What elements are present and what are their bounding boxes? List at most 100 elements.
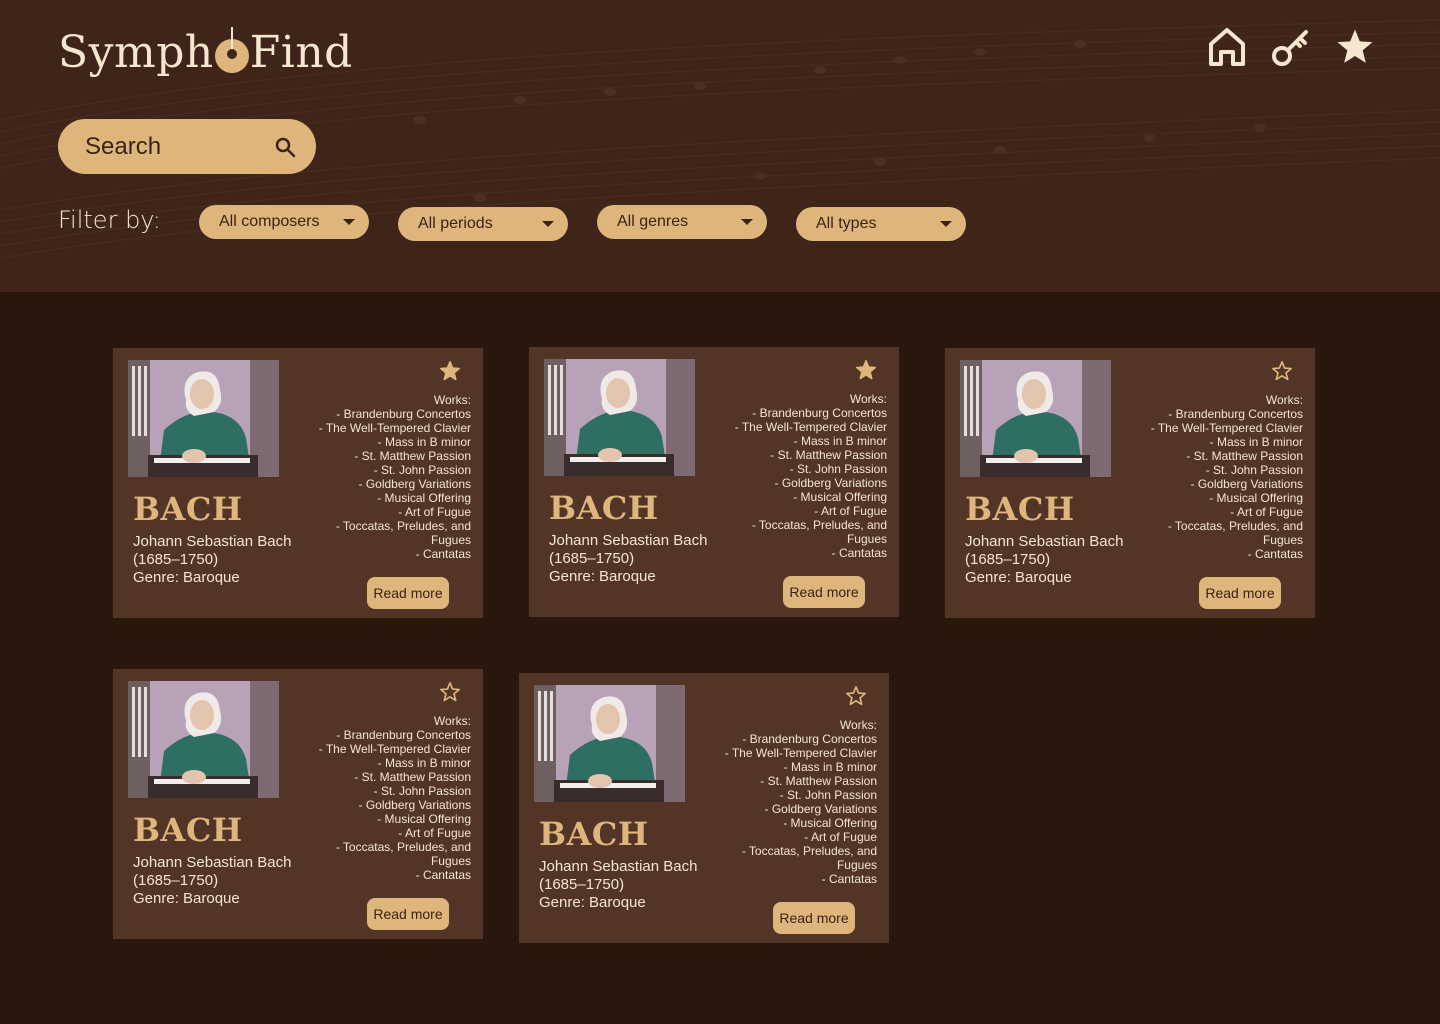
work-item: - Toccatas, Preludes, and xyxy=(751,518,887,532)
work-item: - St. John Passion xyxy=(373,784,471,798)
work-item: - Art of Fugue xyxy=(398,505,471,519)
dropdown-value: All periods xyxy=(418,215,493,232)
star-icon[interactable] xyxy=(1334,24,1376,70)
genre-filter-dropdown[interactable]: All genres xyxy=(597,205,767,239)
work-item: - The Well-Tempered Clavier xyxy=(318,742,471,756)
composer-name: BACH xyxy=(965,490,1075,528)
read-more-button[interactable]: Read more xyxy=(367,898,449,930)
work-item: - Goldberg Variations xyxy=(764,802,878,816)
works-title: Works: xyxy=(1265,393,1303,407)
work-item: - St. Matthew Passion xyxy=(354,449,471,463)
work-item: - Toccatas, Preludes, and xyxy=(741,844,877,858)
work-item: - Toccatas, Preludes, and xyxy=(335,519,471,533)
work-item: - Cantatas xyxy=(1247,547,1303,561)
composer-card: Works: - Brandenburg Concertos - The Well… xyxy=(113,669,483,939)
dropdown-value: All types xyxy=(816,215,877,232)
work-item: - Cantatas xyxy=(415,868,471,882)
work-item: - Goldberg Variations xyxy=(1190,477,1304,491)
logo-text-left: Symph xyxy=(58,26,214,78)
composer-genre: Genre: Baroque xyxy=(549,568,656,585)
composer-portrait xyxy=(128,360,279,477)
works-title: Works: xyxy=(849,392,887,406)
key-icon[interactable] xyxy=(1270,24,1312,70)
work-item: - Art of Fugue xyxy=(1230,505,1303,519)
favorite-star-icon[interactable] xyxy=(845,685,867,707)
works-list: Works: - Brandenburg Concertos - The Well… xyxy=(712,392,887,560)
composer-filter-dropdown[interactable]: All composers xyxy=(199,205,369,239)
favorite-star-icon[interactable] xyxy=(439,360,461,382)
work-item: - St. Matthew Passion xyxy=(770,448,887,462)
read-more-button[interactable]: Read more xyxy=(1199,577,1281,609)
works-list: Works: - Brandenburg Concertos - The Well… xyxy=(296,393,471,561)
composer-name: BACH xyxy=(133,811,243,849)
composer-card: Works: - Brandenburg Concertos - The Well… xyxy=(945,348,1315,618)
work-item: Fugues xyxy=(430,854,471,868)
composer-fullname: Johann Sebastian Bach xyxy=(539,858,698,875)
composer-fullname: Johann Sebastian Bach xyxy=(133,854,292,871)
logo-text-right: Find xyxy=(249,26,353,78)
search-placeholder: Search xyxy=(85,132,162,160)
work-item: - St. Matthew Passion xyxy=(354,770,471,784)
work-item: - Cantatas xyxy=(415,547,471,561)
read-more-button[interactable]: Read more xyxy=(367,577,449,609)
composer-genre: Genre: Baroque xyxy=(965,569,1072,586)
work-item: - St. John Passion xyxy=(1205,463,1303,477)
type-filter-dropdown[interactable]: All types xyxy=(796,207,966,241)
composer-genre: Genre: Baroque xyxy=(539,894,646,911)
composer-fullname: Johann Sebastian Bach xyxy=(549,532,708,549)
composer-genre: Genre: Baroque xyxy=(133,890,240,907)
search-input[interactable]: Search xyxy=(58,119,316,174)
caret-down-icon xyxy=(343,219,355,225)
period-filter-dropdown[interactable]: All periods xyxy=(398,207,568,241)
favorite-star-icon[interactable] xyxy=(1271,360,1293,382)
filter-label: Filter by: xyxy=(58,206,161,234)
works-title: Works: xyxy=(433,393,471,407)
work-item: - Brandenburg Concertos xyxy=(1168,407,1303,421)
work-item: Fugues xyxy=(836,858,877,872)
work-item: - Mass in B minor xyxy=(377,435,471,449)
favorite-star-icon[interactable] xyxy=(855,359,877,381)
composer-genre: Genre: Baroque xyxy=(133,569,240,586)
work-item: - Musical Offering xyxy=(783,816,877,830)
work-item: - St. John Passion xyxy=(373,463,471,477)
dropdown-value: All genres xyxy=(617,213,689,230)
app-logo[interactable]: Symph Find xyxy=(58,24,353,80)
work-item: - Brandenburg Concertos xyxy=(742,732,877,746)
header: Symph Find Search Filter by: All compose… xyxy=(0,0,1440,292)
works-list: Works: - Brandenburg Concertos - The Well… xyxy=(1128,393,1303,561)
composer-dates: (1685–1750) xyxy=(133,872,219,889)
composer-dates: (1685–1750) xyxy=(539,876,625,893)
composer-portrait xyxy=(960,360,1111,477)
work-item: - Goldberg Variations xyxy=(774,476,888,490)
work-item: - Mass in B minor xyxy=(377,756,471,770)
composer-portrait xyxy=(128,681,279,798)
work-item: - Mass in B minor xyxy=(793,434,887,448)
work-item: Fugues xyxy=(1262,533,1303,547)
caret-down-icon xyxy=(741,219,753,225)
works-title: Works: xyxy=(839,718,877,732)
work-item: - Brandenburg Concertos xyxy=(752,406,887,420)
composer-name: BACH xyxy=(539,815,649,853)
works-list: Works: - Brandenburg Concertos - The Well… xyxy=(296,714,471,882)
caret-down-icon xyxy=(940,221,952,227)
work-item: - Goldberg Variations xyxy=(358,477,472,491)
work-item: - St. Matthew Passion xyxy=(1186,449,1303,463)
music-note-logo-icon xyxy=(214,27,249,73)
read-more-button[interactable]: Read more xyxy=(783,576,865,608)
work-item: - Art of Fugue xyxy=(814,504,887,518)
search-icon[interactable] xyxy=(274,136,296,158)
composer-dates: (1685–1750) xyxy=(965,551,1051,568)
work-item: - Musical Offering xyxy=(1209,491,1303,505)
work-item: - The Well-Tempered Clavier xyxy=(734,420,887,434)
work-item: - Cantatas xyxy=(821,872,877,886)
work-item: - St. John Passion xyxy=(779,788,877,802)
favorite-star-icon[interactable] xyxy=(439,681,461,703)
work-item: - Art of Fugue xyxy=(398,826,471,840)
work-item: - Musical Offering xyxy=(377,812,471,826)
read-more-button[interactable]: Read more xyxy=(773,902,855,934)
work-item: - Goldberg Variations xyxy=(358,798,472,812)
work-item: - Cantatas xyxy=(831,546,887,560)
work-item: - Brandenburg Concertos xyxy=(336,728,471,742)
home-icon[interactable] xyxy=(1206,24,1248,70)
caret-down-icon xyxy=(542,221,554,227)
